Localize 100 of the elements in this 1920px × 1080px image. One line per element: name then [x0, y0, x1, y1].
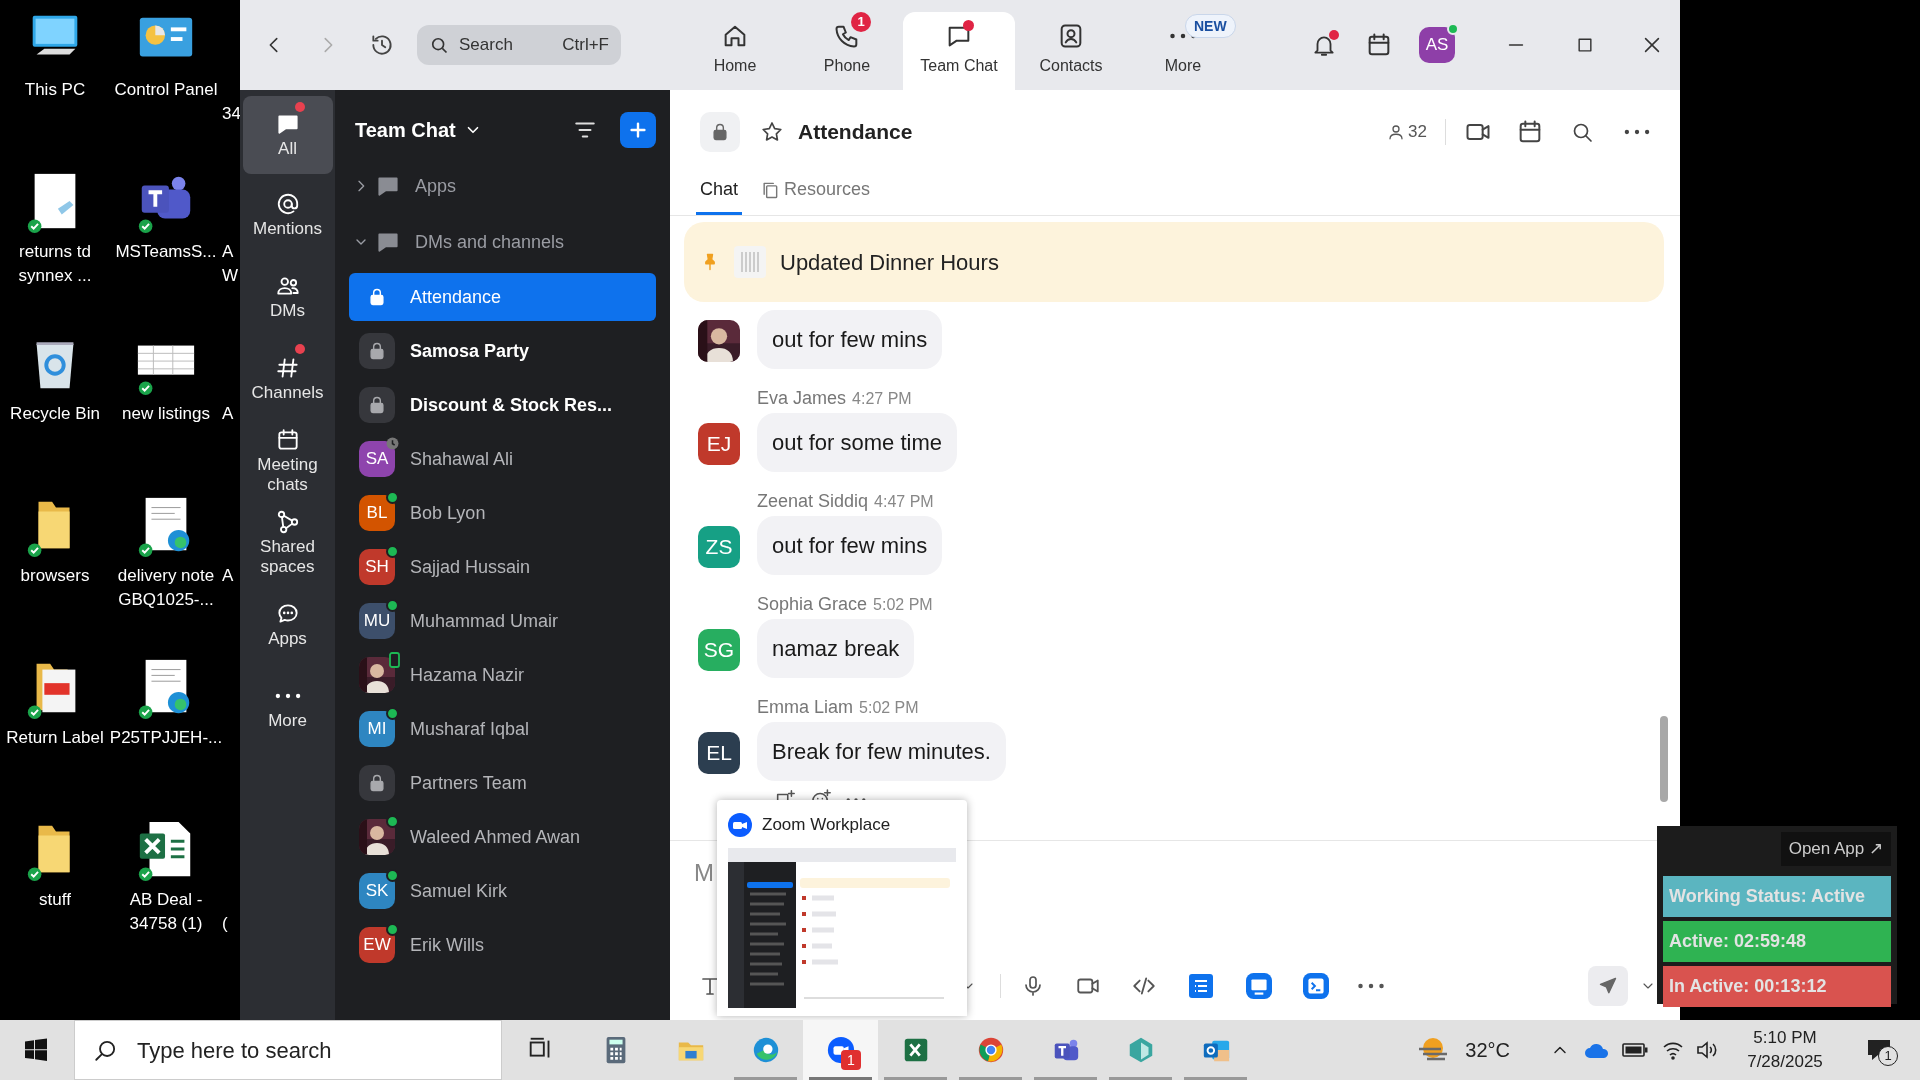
- rail-item[interactable]: Mentions: [242, 174, 333, 256]
- sender-name[interactable]: Sophia Grace: [757, 591, 868, 618]
- scrollbar-thumb[interactable]: [1660, 716, 1668, 802]
- taskbar-app-button[interactable]: 1: [803, 1020, 878, 1080]
- channel-list-item[interactable]: Discount & Stock Res...: [349, 378, 656, 432]
- content-tab[interactable]: Resources: [756, 173, 875, 215]
- lock-icon: [367, 341, 387, 361]
- message-time: 5:02 PM: [873, 595, 933, 615]
- nav-tab[interactable]: Team Chat: [903, 12, 1015, 90]
- rail-item[interactable]: Apps: [242, 584, 333, 666]
- battery-icon[interactable]: [1622, 1042, 1648, 1058]
- new-chat-button[interactable]: [620, 112, 656, 148]
- screen-app-icon[interactable]: [1246, 973, 1272, 999]
- document-thumbnail-icon: [734, 246, 766, 278]
- desktop-icon-label[interactable]: MSTeamsS...: [115, 240, 217, 264]
- more-icon[interactable]: [846, 797, 866, 803]
- desktop-icon-label[interactable]: P25TPJJEH-...: [109, 726, 223, 750]
- channel-list-item[interactable]: Waleed Ahmed Awan: [349, 810, 656, 864]
- pinned-message-banner[interactable]: Updated Dinner Hours: [684, 222, 1664, 302]
- window-preview-popup[interactable]: Zoom Workplace: [717, 800, 967, 1016]
- nav-tab[interactable]: Home: [679, 12, 791, 90]
- desktop-icon-label[interactable]: stuff: [39, 888, 71, 912]
- rail-item[interactable]: More: [242, 666, 333, 748]
- star-icon[interactable]: [760, 120, 784, 144]
- search-icon: [429, 35, 449, 55]
- list-app-icon[interactable]: [1189, 974, 1213, 998]
- rail-item[interactable]: Channels: [242, 338, 333, 420]
- terminal-app-icon[interactable]: [1303, 973, 1329, 999]
- nav-tab[interactable]: 1 Phone: [791, 12, 903, 90]
- rail-item[interactable]: Meeting chats: [242, 420, 333, 502]
- clock[interactable]: 5:10 PM 7/28/2025: [1740, 1026, 1830, 1074]
- chat-title: Attendance: [798, 119, 913, 146]
- volume-icon[interactable]: [1696, 1040, 1718, 1060]
- history-icon[interactable]: [369, 32, 395, 58]
- channel-list-item[interactable]: Samosa Party: [349, 324, 656, 378]
- desktop-icon-label[interactable]: returns td synnex ...: [18, 240, 92, 288]
- taskbar-search-field[interactable]: Type here to search: [74, 1020, 502, 1080]
- message-bubble: out for few mins: [757, 310, 943, 369]
- desktop-icon-label[interactable]: AB Deal - 34758 (1): [129, 888, 203, 936]
- sender-name[interactable]: Zeenat Siddiq: [757, 488, 869, 515]
- weather-temperature[interactable]: 32°C: [1465, 1035, 1510, 1065]
- sender-name[interactable]: Emma Liam: [757, 694, 854, 721]
- message-time: 4:27 PM: [852, 389, 912, 409]
- desktop-icon-label[interactable]: A: [222, 402, 240, 426]
- content-tab[interactable]: Chat: [696, 173, 743, 215]
- cloud-icon[interactable]: [1584, 1041, 1610, 1059]
- channel-list-item[interactable]: Attendance: [349, 273, 656, 321]
- message-bubble: out for few mins: [757, 516, 943, 575]
- channel-list-item[interactable]: SH Sajjad Hussain: [349, 540, 656, 594]
- desktop-icon-label[interactable]: Return Label: [6, 726, 104, 750]
- section-header[interactable]: DMs and channels: [349, 214, 656, 270]
- desktop-icon-label[interactable]: Control Panel: [114, 78, 218, 102]
- message-time: 4:47 PM: [874, 492, 934, 512]
- lock-icon: [367, 395, 387, 415]
- wifi-icon[interactable]: [1662, 1040, 1684, 1060]
- notification-count: 1: [1878, 1046, 1898, 1066]
- notification-badge: 1: [851, 12, 871, 32]
- desktop-icon-label[interactable]: 34: [222, 78, 240, 126]
- rail-item[interactable]: DMs: [242, 256, 333, 338]
- search-field[interactable]: Search Ctrl+F: [417, 25, 621, 65]
- new-badge: NEW: [1185, 14, 1236, 38]
- section-header[interactable]: Apps: [349, 158, 656, 214]
- channel-list-item[interactable]: BL Bob Lyon: [349, 486, 656, 540]
- panel-title[interactable]: Team Chat: [355, 115, 456, 145]
- person-icon: [1387, 123, 1406, 141]
- avatar: EL: [698, 732, 740, 774]
- send-button[interactable]: [1588, 966, 1628, 1006]
- channel-list-item[interactable]: Hazama Nazir: [349, 648, 656, 702]
- status-bar: In Active: 00:13:12: [1663, 965, 1891, 1007]
- desktop-icon-label[interactable]: A: [222, 564, 240, 588]
- desktop-icon-label[interactable]: browsers: [20, 564, 90, 588]
- user-avatar[interactable]: AS: [1419, 27, 1455, 63]
- nav-tab[interactable]: Contacts: [1015, 12, 1127, 90]
- rail-item[interactable]: All: [242, 96, 333, 174]
- desktop-icon-label[interactable]: A W: [222, 240, 240, 288]
- channel-list-item[interactable]: EW Erik Wills: [349, 918, 656, 972]
- rail-item[interactable]: Shared spaces: [242, 502, 333, 584]
- lock-icon: [367, 773, 387, 793]
- desktop-icon-label[interactable]: new listings: [122, 402, 210, 426]
- desktop-icon-label[interactable]: (: [222, 888, 240, 936]
- more-icon[interactable]: [1357, 983, 1385, 989]
- channel-list-item[interactable]: SA Shahawal Ali: [349, 432, 656, 486]
- channel-list-item[interactable]: Partners Team: [349, 756, 656, 810]
- maximize-icon[interactable]: [1575, 35, 1595, 55]
- channel-list-item[interactable]: MU Muhammad Umair: [349, 594, 656, 648]
- avatar: SK: [359, 873, 395, 909]
- desktop-icon-label[interactable]: This PC: [24, 78, 86, 102]
- channel-list-item[interactable]: MI Musharaf Iqbal: [349, 702, 656, 756]
- open-app-button[interactable]: Open App ↗: [1780, 832, 1891, 866]
- notification-badge: 1: [841, 1050, 861, 1070]
- avatar: MU: [359, 603, 395, 639]
- sender-name[interactable]: Eva James: [757, 385, 847, 412]
- channel-list-item[interactable]: SK Samuel Kirk: [349, 864, 656, 918]
- desktop-icon-label[interactable]: delivery note GBQ1025-...: [117, 564, 215, 612]
- more-icon[interactable]: [1624, 129, 1650, 135]
- nav-tab[interactable]: NEW More: [1127, 12, 1239, 90]
- lock-icon: [710, 122, 730, 142]
- desktop-icon-label[interactable]: Recycle Bin: [10, 402, 100, 426]
- start-button[interactable]: [24, 1038, 48, 1062]
- members-button[interactable]: 32: [1387, 119, 1427, 145]
